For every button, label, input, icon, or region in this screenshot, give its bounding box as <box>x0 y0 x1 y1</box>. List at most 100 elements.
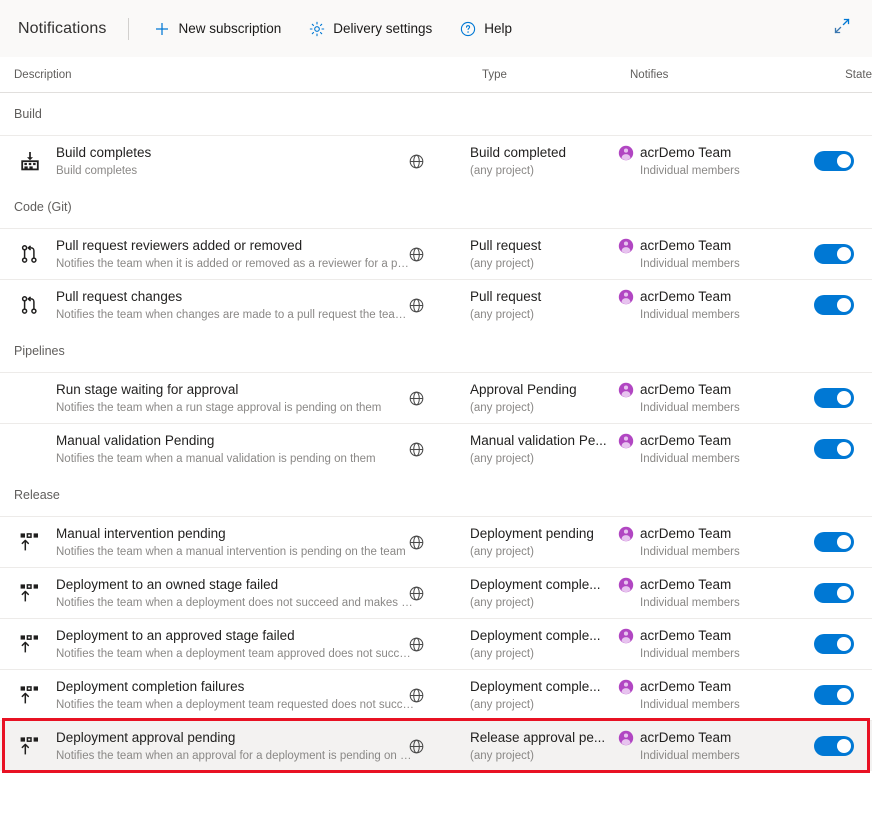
cell-description: Deployment to an approved stage failed No… <box>0 627 470 662</box>
command-new-subscription-button[interactable]: New subscription <box>145 13 290 45</box>
notifies-identity: acrDemo Team <box>618 729 814 747</box>
subscription-description: Notifies the team when a manual interven… <box>56 545 406 558</box>
expand-diagonal-icon <box>834 18 850 39</box>
cell-notifies: acrDemo Team Individual members <box>618 729 814 764</box>
subscription-description: Notifies the team when a deployment team… <box>56 647 414 660</box>
release-icon <box>14 683 46 707</box>
subscription-title: Deployment completion failures <box>56 678 245 694</box>
scope-globe-icon <box>408 390 470 407</box>
table-row[interactable]: Run stage waiting for approval Notifies t… <box>0 372 872 423</box>
state-toggle[interactable] <box>814 685 854 705</box>
table-row[interactable]: Deployment to an owned stage failed Notif… <box>0 567 872 618</box>
team-avatar-icon <box>618 238 634 254</box>
cell-state <box>814 583 872 603</box>
cell-description: Pull request reviewers added or removed N… <box>0 237 470 272</box>
state-toggle[interactable] <box>814 583 854 603</box>
state-toggle[interactable] <box>814 634 854 654</box>
table-row[interactable]: Manual intervention pending Notifies the … <box>0 516 872 567</box>
cell-state <box>814 388 872 408</box>
table-row[interactable]: Build completes Build completes Build comp… <box>0 135 872 186</box>
scope-globe-icon <box>408 585 470 602</box>
column-header-description: Description <box>14 68 72 81</box>
description-text: Deployment approval pending Notifies the … <box>56 729 460 764</box>
type-scope: (any project) <box>470 545 534 558</box>
type-scope: (any project) <box>470 749 534 762</box>
expand-fullscreen-button[interactable] <box>830 17 854 41</box>
description-text: Deployment to an approved stage failed No… <box>56 627 460 662</box>
state-toggle[interactable] <box>814 532 854 552</box>
table-row[interactable]: Pull request reviewers added or removed N… <box>0 228 872 279</box>
notifies-identity: acrDemo Team <box>618 576 814 594</box>
subscription-description: Notifies the team when a manual validati… <box>56 452 376 465</box>
pull-request-icon <box>14 294 46 316</box>
command-button-label: New subscription <box>178 21 282 36</box>
command-help-button[interactable]: Help <box>451 13 521 45</box>
state-toggle[interactable] <box>814 244 854 264</box>
table-row[interactable]: Deployment approval pending Notifies the … <box>0 718 872 773</box>
build-icon <box>14 150 46 172</box>
cell-notifies: acrDemo Team Individual members <box>618 678 814 713</box>
type-scope: (any project) <box>470 698 534 711</box>
notifies-detail: Individual members <box>640 647 740 660</box>
description-text: Deployment to an owned stage failed Notif… <box>56 576 460 611</box>
state-toggle[interactable] <box>814 295 854 315</box>
scope-globe-icon <box>408 153 470 170</box>
subscription-description: Notifies the team when an approval for a… <box>56 749 414 762</box>
type-scope: (any project) <box>470 257 534 270</box>
plus-icon <box>154 21 170 37</box>
table-row[interactable]: Deployment completion failures Notifies t… <box>0 669 872 720</box>
team-avatar-icon <box>618 433 634 449</box>
state-toggle[interactable] <box>814 151 854 171</box>
type-name: Deployment comple... <box>470 627 601 643</box>
toolbar-divider <box>128 17 130 40</box>
table-row[interactable]: Deployment to an approved stage failed No… <box>0 618 872 669</box>
cell-type: Deployment pending (any project) <box>470 525 618 560</box>
subscription-description: Notifies the team when changes are made … <box>56 308 414 321</box>
subscription-description: Notifies the team when a deployment team… <box>56 698 414 711</box>
description-text: Run stage waiting for approval Notifies t… <box>56 381 460 416</box>
notifies-name: acrDemo Team <box>640 432 732 448</box>
team-avatar-icon <box>618 679 634 695</box>
subscription-description: Notifies the team when a deployment does… <box>56 596 414 609</box>
type-name: Build completed <box>470 144 567 160</box>
team-avatar-icon <box>618 382 634 398</box>
gear-icon <box>309 21 325 37</box>
command-delivery-settings-button[interactable]: Delivery settings <box>300 13 441 45</box>
description-text: Pull request changes Notifies the team wh… <box>56 288 460 323</box>
group-header-pipelines: Pipelines <box>0 330 872 372</box>
type-name: Deployment comple... <box>470 678 601 694</box>
cell-description: Deployment completion failures Notifies t… <box>0 678 470 713</box>
team-avatar-icon <box>618 577 634 593</box>
cell-notifies: acrDemo Team Individual members <box>618 525 814 560</box>
scope-globe-icon <box>408 636 470 653</box>
description-text: Build completes Build completes <box>56 144 460 179</box>
state-toggle[interactable] <box>814 736 854 756</box>
toggle-knob <box>837 247 851 261</box>
notifies-name: acrDemo Team <box>640 525 732 541</box>
command-button-label: Help <box>484 21 513 36</box>
subscription-description: Build completes <box>56 164 138 177</box>
state-toggle[interactable] <box>814 439 854 459</box>
state-toggle[interactable] <box>814 388 854 408</box>
notifies-identity: acrDemo Team <box>618 237 814 255</box>
table-row[interactable]: Manual validation Pending Notifies the te… <box>0 423 872 474</box>
subscription-title: Deployment approval pending <box>56 729 236 745</box>
cell-state <box>814 151 872 171</box>
subscription-title: Pull request changes <box>56 288 183 304</box>
table-row[interactable]: Pull request changes Notifies the team wh… <box>0 279 872 330</box>
cell-description: Manual validation Pending Notifies the te… <box>0 432 470 467</box>
description-text: Manual intervention pending Notifies the … <box>56 525 460 560</box>
cell-type: Pull request (any project) <box>470 237 618 272</box>
team-avatar-icon <box>618 526 634 542</box>
cell-type: Release approval pe... (any project) <box>470 729 618 764</box>
notifies-name: acrDemo Team <box>640 729 732 745</box>
scope-globe-icon <box>408 246 470 263</box>
table-header-row: Description Type Notifies State <box>0 57 872 93</box>
type-name: Approval Pending <box>470 381 577 397</box>
type-scope: (any project) <box>470 164 534 177</box>
column-header-notifies: Notifies <box>630 68 669 81</box>
cell-notifies: acrDemo Team Individual members <box>618 144 814 179</box>
notifies-detail: Individual members <box>640 698 740 711</box>
type-name: Pull request <box>470 237 542 253</box>
cell-description: Deployment to an owned stage failed Notif… <box>0 576 470 611</box>
